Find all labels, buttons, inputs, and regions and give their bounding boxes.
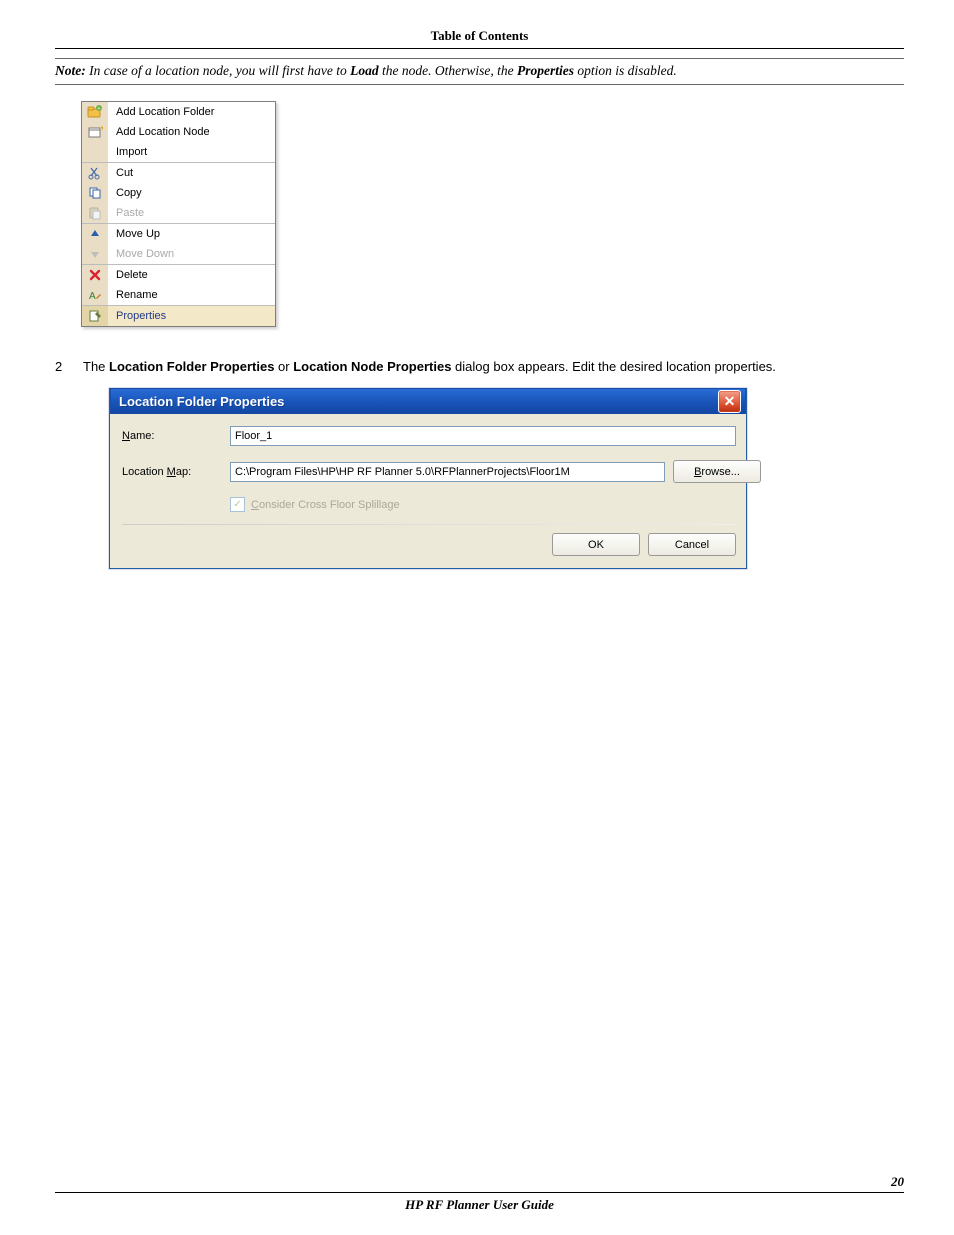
note-top-rule	[55, 58, 904, 59]
note-bottom-rule	[55, 84, 904, 85]
paste-icon	[82, 203, 108, 223]
menu-label: Properties	[108, 310, 275, 322]
node-add-icon: ★	[82, 122, 108, 142]
menu-label: Delete	[108, 269, 275, 281]
location-map-label: Location Map:	[122, 466, 230, 478]
menu-item-import[interactable]: Import	[82, 142, 275, 162]
menu-label: Add Location Node	[108, 126, 275, 138]
consider-cross-floor-spillage-checkbox: Consider Cross Floor Splillage	[122, 497, 736, 512]
rename-icon: A	[82, 285, 108, 305]
cut-icon	[82, 163, 108, 183]
note-properties-word: Properties	[517, 63, 574, 78]
step-text: The Location Folder Properties or Locati…	[83, 359, 904, 374]
note-load-word: Load	[350, 63, 379, 78]
menu-item-paste: Paste	[82, 203, 275, 223]
folder-add-icon: +	[82, 102, 108, 122]
location-folder-properties-dialog: Location Folder Properties ✕ Name: Locat…	[109, 388, 747, 569]
move-down-icon	[82, 244, 108, 264]
name-field[interactable]	[230, 426, 736, 446]
header-rule	[55, 48, 904, 49]
menu-label: Add Location Folder	[108, 106, 275, 118]
note-label: Note:	[55, 63, 86, 78]
menu-label: Move Down	[108, 248, 275, 260]
context-menu: + Add Location Folder ★ Add Location Nod…	[81, 101, 276, 327]
menu-label: Import	[108, 146, 275, 158]
copy-icon	[82, 183, 108, 203]
name-label: Name:	[122, 430, 230, 442]
menu-item-add-location-folder[interactable]: + Add Location Folder	[82, 102, 275, 122]
dialog-titlebar[interactable]: Location Folder Properties ✕	[110, 388, 746, 414]
menu-label: Move Up	[108, 228, 275, 240]
menu-item-cut[interactable]: Cut	[82, 163, 275, 183]
svg-text:★: ★	[100, 125, 103, 132]
step-number: 2	[55, 359, 83, 374]
menu-item-delete[interactable]: Delete	[82, 265, 275, 285]
dialog-title: Location Folder Properties	[111, 394, 718, 409]
location-map-field[interactable]	[230, 462, 665, 482]
dialog-separator	[122, 524, 736, 525]
menu-label: Paste	[108, 207, 275, 219]
ok-button[interactable]: OK	[552, 533, 640, 556]
menu-label: Cut	[108, 167, 275, 179]
menu-item-move-down: Move Down	[82, 244, 275, 264]
move-up-icon	[82, 224, 108, 244]
menu-item-copy[interactable]: Copy	[82, 183, 275, 203]
menu-label: Copy	[108, 187, 275, 199]
svg-text:A: A	[89, 291, 96, 301]
footer-rule	[55, 1192, 904, 1193]
menu-label: Rename	[108, 289, 275, 301]
blank-icon	[82, 142, 108, 162]
footer-title: HP RF Planner User Guide	[55, 1197, 904, 1213]
table-of-contents-heading: Table of Contents	[55, 28, 904, 44]
svg-text:+: +	[98, 106, 101, 112]
note-text: Note: In case of a location node, you wi…	[55, 61, 904, 81]
cancel-button[interactable]: Cancel	[648, 533, 736, 556]
page-number: 20	[55, 1174, 904, 1190]
menu-item-move-up[interactable]: Move Up	[82, 224, 275, 244]
browse-button[interactable]: Browse...	[673, 460, 761, 483]
properties-icon	[82, 306, 108, 326]
menu-item-rename[interactable]: A Rename	[82, 285, 275, 305]
close-button[interactable]: ✕	[718, 390, 741, 413]
menu-item-properties[interactable]: Properties	[82, 306, 275, 326]
delete-icon	[82, 265, 108, 285]
menu-item-add-location-node[interactable]: ★ Add Location Node	[82, 122, 275, 142]
checkbox-icon	[230, 497, 245, 512]
